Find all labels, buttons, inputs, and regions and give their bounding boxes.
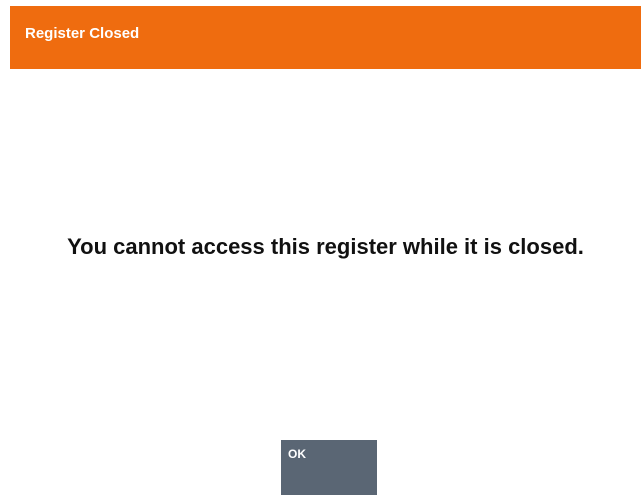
dialog-title: Register Closed [25, 25, 140, 42]
dialog-body: You cannot access this register while it… [10, 69, 641, 501]
dialog-message: You cannot access this register while it… [67, 234, 584, 259]
dialog-header: Register Closed [10, 6, 641, 69]
ok-button-label: OK [288, 447, 306, 461]
ok-button[interactable]: OK [281, 440, 377, 495]
register-closed-dialog: Register Closed You cannot access this r… [0, 0, 641, 501]
